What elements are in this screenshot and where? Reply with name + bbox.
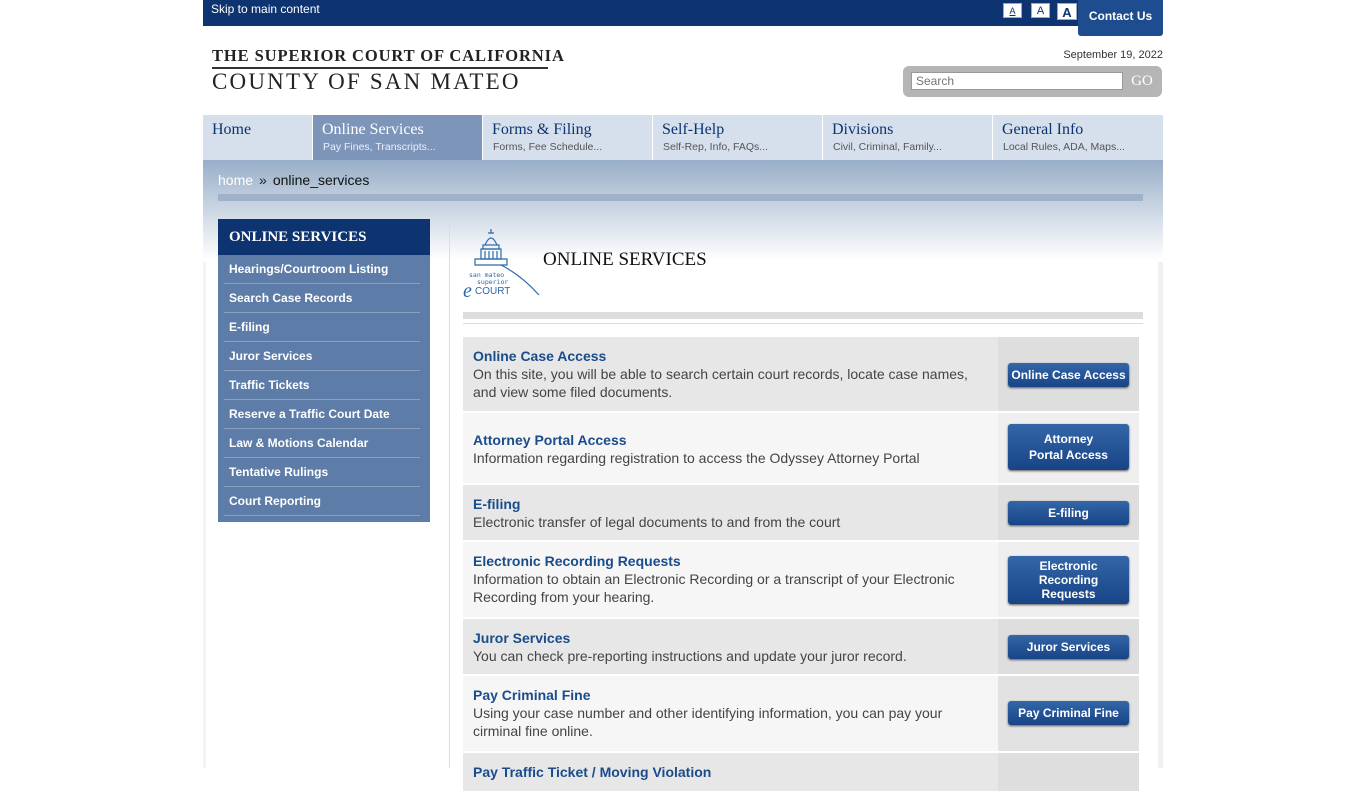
nav-tab-subtitle: Local Rules, ADA, Maps... [1003, 141, 1125, 153]
right-edge-shade [1158, 262, 1163, 768]
nav-tab-title: Forms & Filing [492, 121, 592, 138]
nav-tab-title: Divisions [832, 121, 894, 138]
court-logo[interactable]: THE SUPERIOR COURT OF CALIFORNIA COUNTY … [212, 46, 564, 94]
search-box: GO [903, 66, 1162, 97]
nav-tab-subtitle: Forms, Fee Schedule... [493, 141, 603, 153]
content-divider [449, 215, 450, 768]
nav-tab-general-info[interactable]: General Info Local Rules, ADA, Maps... [993, 115, 1163, 160]
breadcrumb: home » online_services [218, 172, 369, 188]
nav-tab-subtitle: Civil, Criminal, Family... [833, 141, 942, 153]
nav-tab-subtitle: Self-Rep, Info, FAQs... [663, 141, 769, 153]
service-title[interactable]: E-filing [473, 495, 993, 513]
search-go-button[interactable]: GO [1126, 71, 1158, 91]
ecourt-logo-line2: superior [477, 278, 508, 286]
sidebar: ONLINE SERVICES Hearings/Courtroom Listi… [218, 219, 430, 522]
service-row-pay-criminal-fine: Pay Criminal Fine Using your case number… [463, 676, 1139, 753]
main-nav: Home Online Services Pay Fines, Transcri… [203, 115, 1163, 160]
skip-to-main-link[interactable]: Skip to main content [211, 2, 320, 16]
nav-tab-forms-filing[interactable]: Forms & Filing Forms, Fee Schedule... [483, 115, 653, 160]
online-case-access-button[interactable]: Online Case Access [1008, 363, 1129, 387]
efiling-button[interactable]: E-filing [1008, 501, 1129, 525]
service-description: Electronic transfer of legal documents t… [473, 514, 841, 530]
ecourt-logo-court: COURT [475, 286, 510, 297]
nav-tab-online-services[interactable]: Online Services Pay Fines, Transcripts..… [313, 115, 483, 160]
nav-tab-title: General Info [1002, 121, 1084, 138]
service-title[interactable]: Juror Services [473, 629, 993, 647]
sidebar-item-court-reporting[interactable]: Court Reporting [224, 487, 420, 516]
nav-tab-home[interactable]: Home [203, 115, 313, 160]
sidebar-item-search-case-records[interactable]: Search Case Records [224, 284, 420, 313]
service-row-pay-traffic-ticket: Pay Traffic Ticket / Moving Violation [463, 753, 1139, 793]
sidebar-item-tentative-rulings[interactable]: Tentative Rulings [224, 458, 420, 487]
font-size-large-button[interactable]: A [1057, 3, 1077, 20]
button-label-line: Requests [1041, 587, 1096, 601]
page-title: ONLINE SERVICES [543, 249, 707, 270]
service-button-cell: Pay Criminal Fine [998, 676, 1139, 751]
service-description: Information to obtain an Electronic Reco… [473, 571, 955, 605]
title-rule [463, 312, 1143, 319]
sidebar-item-juror-services[interactable]: Juror Services [224, 342, 420, 371]
breadcrumb-divider [218, 194, 1143, 201]
service-row-juror-services: Juror Services You can check pre-reporti… [463, 619, 1139, 676]
ecourt-logo-e: e [463, 280, 472, 300]
service-button-cell: Juror Services [998, 619, 1139, 674]
service-description: You can check pre-reporting instructions… [473, 648, 907, 664]
font-size-medium-button[interactable]: A [1031, 3, 1050, 18]
service-button-cell: Online Case Access [998, 337, 1139, 411]
logo-line-2: COUNTY OF SAN MATEO [212, 69, 521, 94]
button-label-line: Portal Access [1029, 448, 1108, 462]
button-label-line: Recording [1038, 573, 1099, 587]
current-date: September 19, 2022 [1063, 49, 1163, 61]
breadcrumb-home-link[interactable]: home [218, 172, 253, 188]
sidebar-item-law-motions[interactable]: Law & Motions Calendar [224, 429, 420, 458]
button-label-line: Electronic [1039, 559, 1098, 573]
button-label-line: Attorney [1043, 432, 1094, 446]
left-edge-shade [203, 262, 206, 768]
breadcrumb-current: online_services [272, 172, 370, 188]
page-wrapper: Skip to main content A A A Contact Us TH… [203, 0, 1163, 793]
service-title[interactable]: Attorney Portal Access [473, 431, 993, 449]
service-title[interactable]: Pay Criminal Fine [473, 686, 993, 704]
service-title[interactable]: Pay Traffic Ticket / Moving Violation [473, 763, 993, 781]
nav-tab-title: Self-Help [662, 121, 725, 138]
service-button-cell [998, 753, 1139, 791]
service-button-cell: E-filing [998, 485, 1139, 540]
breadcrumb-separator: » [259, 172, 267, 188]
nav-tab-divisions[interactable]: Divisions Civil, Criminal, Family... [823, 115, 993, 160]
juror-services-button[interactable]: Juror Services [1008, 635, 1129, 659]
nav-tab-title: Home [212, 121, 252, 138]
service-title[interactable]: Online Case Access [473, 347, 993, 365]
pay-criminal-fine-button[interactable]: Pay Criminal Fine [1008, 701, 1129, 725]
contact-us-button[interactable]: Contact Us [1078, 0, 1163, 36]
attorney-portal-access-button[interactable]: Attorney Portal Access [1008, 424, 1129, 470]
sidebar-item-hearings[interactable]: Hearings/Courtroom Listing [224, 255, 420, 284]
service-button-cell: Electronic Recording Requests [998, 542, 1139, 617]
service-title[interactable]: Electronic Recording Requests [473, 552, 993, 570]
service-description: On this site, you will be able to search… [473, 366, 968, 400]
sidebar-item-traffic-tickets[interactable]: Traffic Tickets [224, 371, 420, 400]
search-input[interactable] [911, 72, 1123, 90]
service-row-attorney-portal: Attorney Portal Access Information regar… [463, 413, 1139, 485]
service-row-electronic-recording: Electronic Recording Requests Informatio… [463, 542, 1139, 619]
service-button-cell: Attorney Portal Access [998, 413, 1139, 483]
service-row-efiling: E-filing Electronic transfer of legal do… [463, 485, 1139, 542]
ecourt-logo: san mateo superior e COURT [463, 229, 540, 300]
service-row-online-case-access: Online Case Access On this site, you wil… [463, 337, 1139, 413]
nav-tab-title: Online Services [322, 121, 424, 138]
service-description: Using your case number and other identif… [473, 705, 943, 739]
font-size-small-button[interactable]: A [1003, 3, 1022, 18]
nav-tab-self-help[interactable]: Self-Help Self-Rep, Info, FAQs... [653, 115, 823, 160]
title-rule-thin [463, 323, 1143, 324]
sidebar-item-efiling[interactable]: E-filing [224, 313, 420, 342]
services-list: Online Case Access On this site, you wil… [463, 337, 1139, 793]
electronic-recording-requests-button[interactable]: Electronic Recording Requests [1008, 556, 1129, 604]
nav-tab-subtitle: Pay Fines, Transcripts... [323, 141, 436, 153]
logo-line-1: THE SUPERIOR COURT OF CALIFORNIA [212, 46, 564, 69]
sidebar-title: ONLINE SERVICES [218, 219, 430, 255]
service-description: Information regarding registration to ac… [473, 450, 920, 466]
sidebar-item-reserve-traffic-date[interactable]: Reserve a Traffic Court Date [224, 400, 420, 429]
